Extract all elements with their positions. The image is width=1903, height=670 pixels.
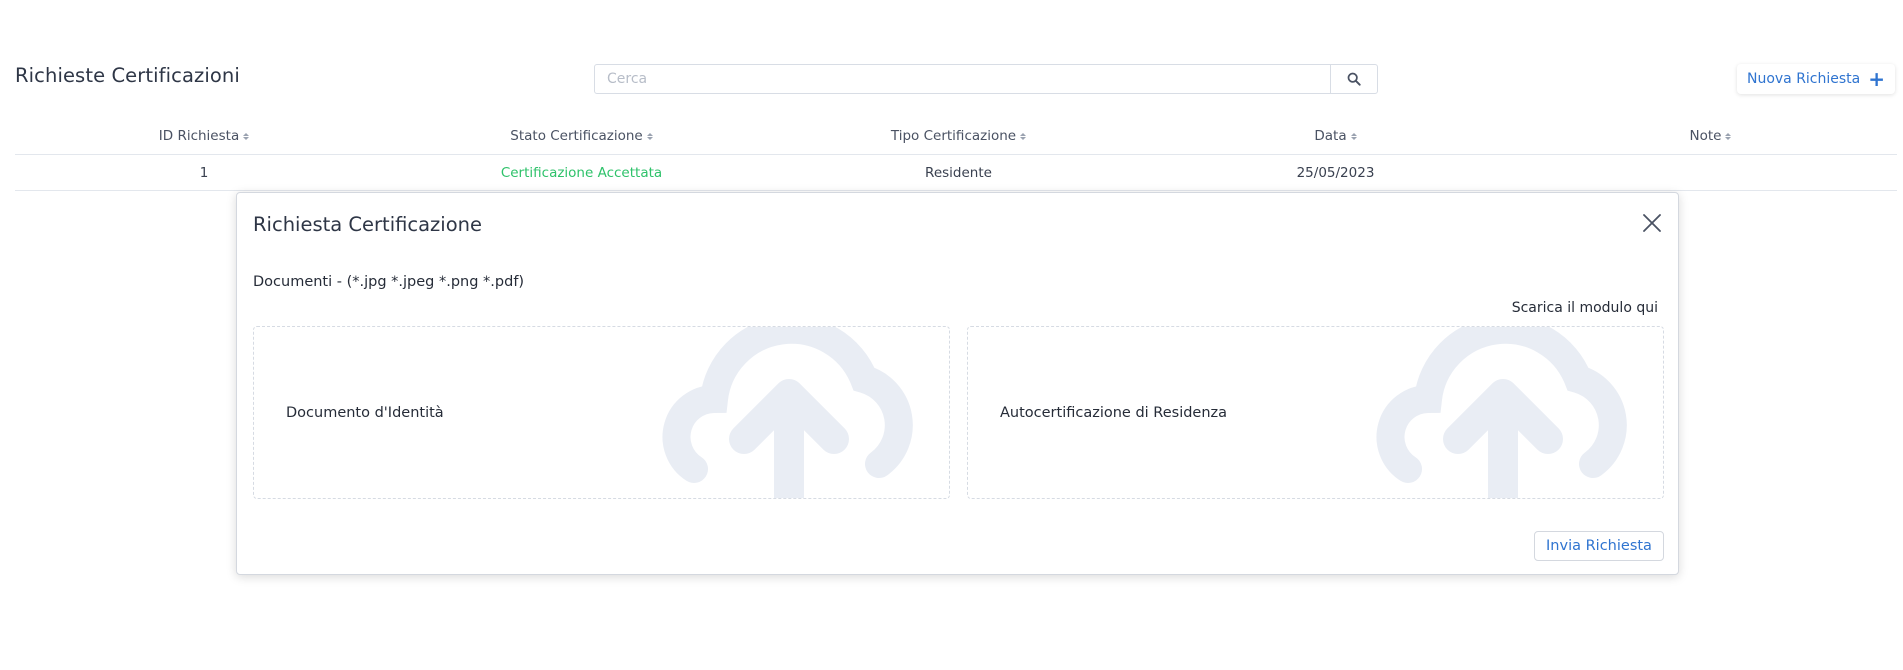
dropzone-label: Documento d'Identità xyxy=(286,405,444,421)
plus-icon: + xyxy=(1868,67,1886,91)
cell-id: 1 xyxy=(199,164,209,181)
search-icon xyxy=(1347,72,1361,86)
cloud-upload-icon xyxy=(662,327,913,498)
table-header: ID Richiesta Stato Certificazione Tipo C… xyxy=(15,118,1897,155)
sort-icon xyxy=(646,132,653,140)
column-header-status[interactable]: Stato Certificazione xyxy=(393,128,770,144)
request-modal: Richiesta Certificazione Documenti - (*.… xyxy=(236,192,1679,575)
modal-title: Richiesta Certificazione xyxy=(253,213,483,236)
sort-icon xyxy=(1020,132,1027,140)
dropzone-label: Autocertificazione di Residenza xyxy=(1000,405,1228,421)
requests-table: ID Richiesta Stato Certificazione Tipo C… xyxy=(15,118,1897,191)
close-icon[interactable] xyxy=(1642,213,1662,233)
column-header-date[interactable]: Data xyxy=(1147,128,1524,144)
sort-icon xyxy=(243,132,250,140)
dropzone-residence-self-certification[interactable]: Autocertificazione di Residenza xyxy=(967,326,1664,499)
cell-status: Certificazione Accettata xyxy=(500,164,663,181)
cell-date: 25/05/2023 xyxy=(1296,164,1375,181)
cell-type: Residente xyxy=(925,164,992,181)
submit-request-button[interactable]: Invia Richiesta xyxy=(1534,531,1664,561)
page-title: Richieste Certificazioni xyxy=(15,64,240,87)
column-header-note[interactable]: Note xyxy=(1524,128,1897,144)
sort-icon xyxy=(1350,132,1357,140)
search-button[interactable] xyxy=(1330,65,1377,93)
table-row[interactable]: 1 Certificazione Accettata Residente 25/… xyxy=(15,155,1897,191)
documents-label: Documenti - (*.jpg *.jpeg *.png *.pdf) xyxy=(253,274,525,290)
search-bar xyxy=(594,64,1378,94)
new-request-label: Nuova Richiesta xyxy=(1746,71,1861,87)
new-request-button[interactable]: Nuova Richiesta + xyxy=(1737,64,1895,94)
search-input[interactable] xyxy=(595,65,1330,93)
sort-icon xyxy=(1725,132,1732,140)
download-form-link[interactable]: Scarica il modulo qui xyxy=(1512,300,1658,316)
dropzone-identity-document[interactable]: Documento d'Identità xyxy=(253,326,950,499)
column-header-type[interactable]: Tipo Certificazione xyxy=(770,128,1147,144)
cloud-upload-icon xyxy=(1376,327,1627,498)
column-header-id[interactable]: ID Richiesta xyxy=(15,128,393,144)
